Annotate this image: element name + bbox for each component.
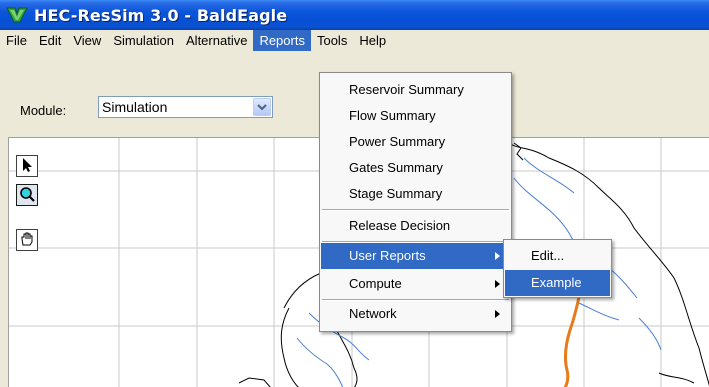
chevron-right-icon (495, 280, 500, 288)
menu-bar: File Edit View Simulation Alternative Re… (0, 30, 709, 51)
menu-item-flow-summary[interactable]: Flow Summary (321, 103, 510, 129)
menu-item-reservoir-summary[interactable]: Reservoir Summary (321, 77, 510, 103)
app-window: HEC-ResSim 3.0 - BaldEagle File Edit Vie… (0, 0, 709, 387)
chevron-right-icon (495, 252, 500, 260)
chevron-right-icon (495, 310, 500, 318)
menu-item-user-reports[interactable]: User Reports (321, 243, 510, 269)
menu-item-gates-summary[interactable]: Gates Summary (321, 155, 510, 181)
menu-simulation[interactable]: Simulation (107, 30, 180, 51)
menu-tools[interactable]: Tools (311, 30, 353, 51)
reports-menu: Reservoir Summary Flow Summary Power Sum… (319, 72, 512, 332)
pan-hand-icon (19, 231, 35, 250)
zoom-icon (19, 186, 35, 205)
user-reports-submenu: Edit... Example (503, 239, 612, 298)
menu-item-network-label: Network (349, 306, 397, 321)
hec-ressim-icon (6, 5, 28, 25)
pan-tool-button[interactable] (16, 229, 38, 251)
module-select[interactable]: Simulation (98, 96, 273, 118)
menu-view[interactable]: View (67, 30, 107, 51)
module-label: Module: (20, 103, 67, 118)
submenu-item-edit[interactable]: Edit... (505, 243, 610, 269)
module-select-value: Simulation (102, 99, 168, 115)
menu-edit[interactable]: Edit (33, 30, 67, 51)
submenu-item-example[interactable]: Example (505, 270, 610, 296)
menu-item-user-reports-label: User Reports (349, 248, 426, 263)
chevron-down-icon[interactable] (253, 98, 271, 116)
zoom-tool-button[interactable] (16, 184, 38, 206)
menu-alternative[interactable]: Alternative (180, 30, 253, 51)
menu-item-stage-summary[interactable]: Stage Summary (321, 181, 510, 207)
menu-file[interactable]: File (0, 30, 33, 51)
pointer-tool-button[interactable] (16, 155, 38, 177)
menu-separator (322, 209, 509, 211)
menu-item-network[interactable]: Network (321, 301, 510, 327)
title-bar[interactable]: HEC-ResSim 3.0 - BaldEagle (0, 0, 709, 30)
menu-item-power-summary[interactable]: Power Summary (321, 129, 510, 155)
menu-item-compute-label: Compute (349, 276, 402, 291)
pointer-icon (20, 157, 34, 176)
menu-item-compute[interactable]: Compute (321, 271, 510, 297)
menu-help[interactable]: Help (353, 30, 392, 51)
menu-reports[interactable]: Reports (253, 30, 311, 51)
menu-item-release-decision[interactable]: Release Decision (321, 213, 510, 239)
window-title: HEC-ResSim 3.0 - BaldEagle (34, 5, 288, 25)
